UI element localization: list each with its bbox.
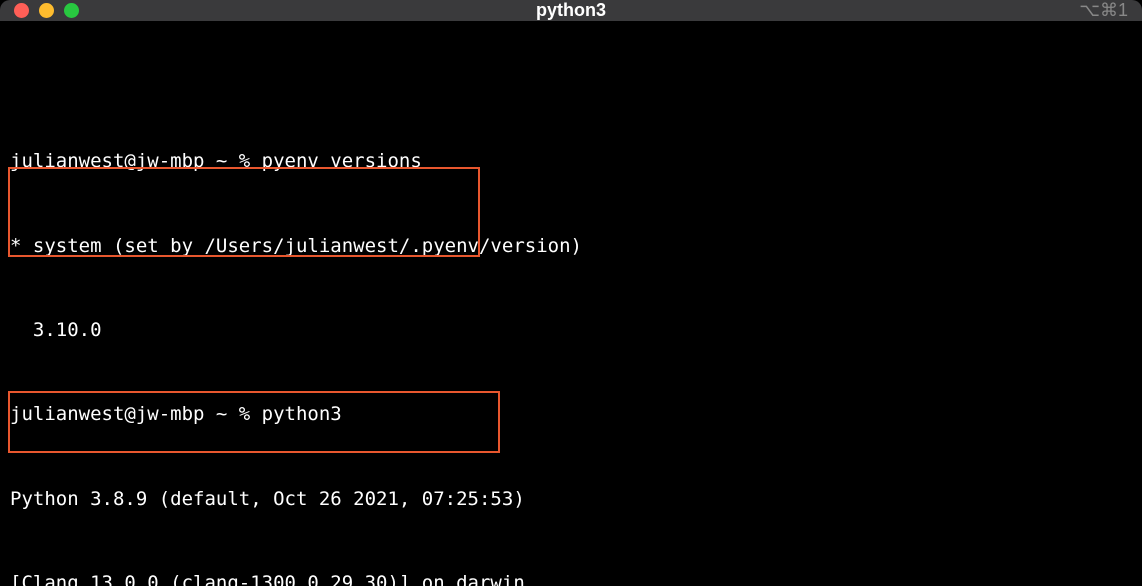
window-title: python3 bbox=[536, 0, 606, 21]
terminal-line: julianwest@jw-mbp ~ % pyenv versions bbox=[10, 147, 1132, 175]
terminal-body[interactable]: julianwest@jw-mbp ~ % pyenv versions * s… bbox=[0, 21, 1142, 586]
terminal-window: python3 ⌥⌘1 julianwest@jw-mbp ~ % pyenv … bbox=[0, 0, 1142, 586]
terminal-line: [Clang 13.0.0 (clang-1300.0.29.30)] on d… bbox=[10, 569, 1132, 586]
terminal-line: * system (set by /Users/julianwest/.pyen… bbox=[10, 232, 1132, 260]
terminal-line: Python 3.8.9 (default, Oct 26 2021, 07:2… bbox=[10, 485, 1132, 513]
traffic-lights bbox=[14, 3, 79, 18]
terminal-line: 3.10.0 bbox=[10, 316, 1132, 344]
close-button[interactable] bbox=[14, 3, 29, 18]
window-shortcut: ⌥⌘1 bbox=[1079, 0, 1128, 21]
terminal-line: julianwest@jw-mbp ~ % python3 bbox=[10, 400, 1132, 428]
title-bar: python3 ⌥⌘1 bbox=[0, 0, 1142, 21]
minimize-button[interactable] bbox=[39, 3, 54, 18]
zoom-button[interactable] bbox=[64, 3, 79, 18]
